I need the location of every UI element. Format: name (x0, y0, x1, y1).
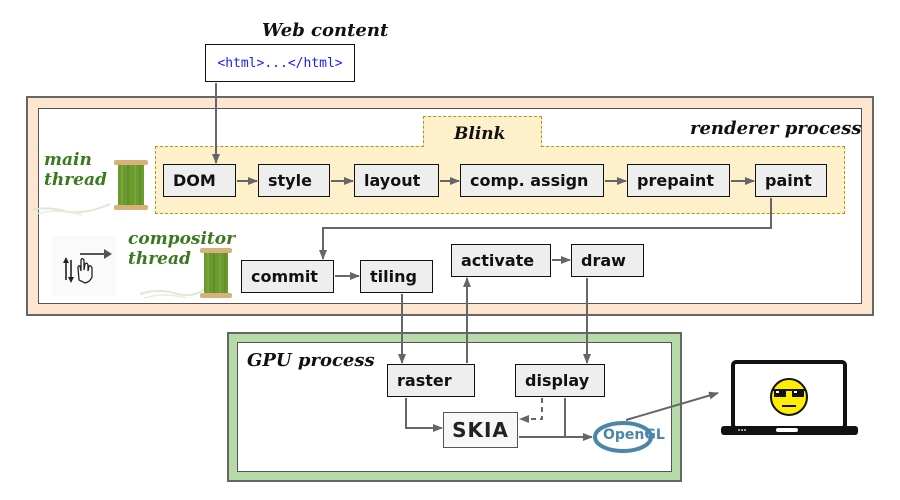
arrow-paint-to-commit (319, 198, 772, 260)
arrow-display-to-skia-dashed (519, 398, 543, 423)
arrow-opengl-to-laptop (625, 391, 719, 421)
flow-arrows (212, 83, 772, 441)
arrow-raster-to-skia (405, 398, 443, 432)
